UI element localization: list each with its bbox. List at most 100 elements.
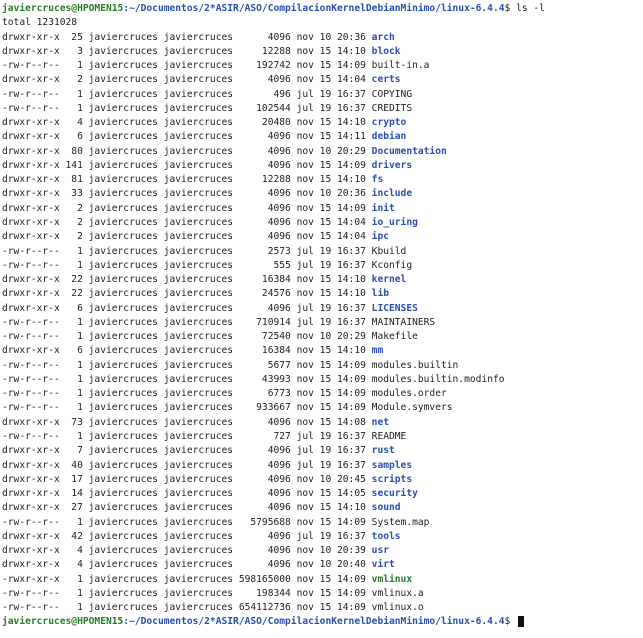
entry-name: init (371, 202, 395, 214)
entry-meta: -rw-r--r-- 1 javiercruces javiercruces 1… (2, 102, 372, 114)
entry-name: COPYING (371, 88, 413, 100)
current-prompt-line[interactable]: javiercruces@HPOMEN15:~/Documentos/2*ASI… (2, 615, 643, 629)
entry-meta: drwxr-xr-x 3 javiercruces javiercruces 1… (2, 45, 372, 57)
entry-meta: drwxr-xr-x 4 javiercruces javiercruces 4… (2, 559, 372, 571)
entry-name: vmlinux (371, 573, 413, 585)
entry-meta: drwxr-xr-x 33 javiercruces javiercruces … (2, 188, 372, 200)
entry-meta: -rw-r--r-- 1 javiercruces javiercruces 1… (2, 60, 372, 72)
entry-name: crypto (371, 117, 407, 129)
entry-name: block (371, 45, 401, 57)
listing-row: -rw-r--r-- 1 javiercruces javiercruces 9… (2, 401, 643, 415)
text-cursor (518, 615, 525, 627)
entry-meta: -rw-r--r-- 1 javiercruces javiercruces 6… (2, 388, 372, 400)
entry-meta: drwxr-xr-x 6 javiercruces javiercruces 4… (2, 131, 372, 143)
listing-row: drwxr-xr-x 80 javiercruces javiercruces … (2, 145, 643, 159)
entry-meta: drwxr-xr-x 141 javiercruces javiercruces… (2, 159, 372, 171)
listing-row: drwxr-xr-x 22 javiercruces javiercruces … (2, 273, 643, 287)
prompt-path: :~/Documentos/2*ASIR/ASO/CompilacionKern… (123, 616, 505, 628)
entry-meta: drwxr-xr-x 4 javiercruces javiercruces 2… (2, 117, 372, 129)
listing-row: -rw-r--r-- 1 javiercruces javiercruces 5… (2, 359, 643, 373)
entry-meta: drwxr-xr-x 7 javiercruces javiercruces 4… (2, 445, 372, 457)
listing-row: drwxr-xr-x 40 javiercruces javiercruces … (2, 459, 643, 473)
entry-name: virt (371, 559, 395, 571)
entry-name: Makefile (371, 331, 418, 343)
entry-meta: -rw-r--r-- 1 javiercruces javiercruces 5… (2, 259, 372, 271)
prompt-path: :~/Documentos/2*ASIR/ASO/CompilacionKern… (123, 3, 505, 14)
entry-meta: drwxr-xr-x 25 javiercruces javiercruces … (2, 31, 372, 43)
listing-row: -rw-r--r-- 1 javiercruces javiercruces 7… (2, 430, 643, 444)
entry-name: net (371, 416, 389, 428)
entry-name: tools (371, 530, 401, 542)
entry-name: certs (371, 74, 401, 86)
listing-row: -rw-r--r-- 1 javiercruces javiercruces 1… (2, 102, 643, 116)
entry-name: vmlinux.o (371, 602, 424, 614)
listing-row: drwxr-xr-x 2 javiercruces javiercruces 4… (2, 230, 643, 244)
entry-meta: -rw-r--r-- 1 javiercruces javiercruces 9… (2, 402, 372, 414)
entry-name: Kconfig (371, 259, 413, 271)
total-line: total 1231028 (2, 17, 78, 29)
listing-row: drwxr-xr-x 2 javiercruces javiercruces 4… (2, 202, 643, 216)
listing-row: drwxr-xr-x 25 javiercruces javiercruces … (2, 31, 643, 45)
listing-row: drwxr-xr-x 141 javiercruces javiercruces… (2, 159, 643, 173)
entry-name: modules.builtin (371, 359, 459, 371)
entry-meta: drwxr-xr-x 2 javiercruces javiercruces 4… (2, 74, 372, 86)
entry-meta: -rw-r--r-- 1 javiercruces javiercruces 1… (2, 587, 372, 599)
listing-row: drwxr-xr-x 6 javiercruces javiercruces 4… (2, 302, 643, 316)
entry-name: scripts (371, 473, 413, 485)
entry-name: vmlinux.a (371, 587, 424, 599)
listing-row: drwxr-xr-x 4 javiercruces javiercruces 4… (2, 544, 643, 558)
listing-row: drwxr-xr-x 73 javiercruces javiercruces … (2, 416, 643, 430)
listing-row: -rw-r--r-- 1 javiercruces javiercruces 4… (2, 88, 643, 102)
entry-meta: drwxr-xr-x 40 javiercruces javiercruces … (2, 459, 372, 471)
entry-name: drivers (371, 159, 413, 171)
entry-meta: drwxr-xr-x 2 javiercruces javiercruces 4… (2, 202, 372, 214)
entry-name: lib (371, 288, 389, 300)
entry-name: modules.builtin.modinfo (371, 373, 505, 385)
entry-name: io_uring (371, 216, 418, 228)
entry-meta: drwxr-xr-x 17 javiercruces javiercruces … (2, 473, 372, 485)
listing-row: drwxr-xr-x 6 javiercruces javiercruces 4… (2, 130, 643, 144)
entry-name: modules.order (371, 388, 447, 400)
entry-meta: drwxr-xr-x 27 javiercruces javiercruces … (2, 502, 372, 514)
entry-meta: -rw-r--r-- 1 javiercruces javiercruces 7… (2, 430, 372, 442)
listing-row: drwxr-xr-x 17 javiercruces javiercruces … (2, 473, 643, 487)
listing-row: -rw-r--r-- 1 javiercruces javiercruces 7… (2, 330, 643, 344)
entry-name: mm (371, 345, 384, 357)
entry-name: LICENSES (371, 302, 418, 314)
listing-row: -rw-r--r-- 1 javiercruces javiercruces 5… (2, 516, 643, 530)
entry-name: samples (371, 459, 413, 471)
listing-row: -rw-r--r-- 1 javiercruces javiercruces 6… (2, 387, 643, 401)
entry-meta: -rw-r--r-- 1 javiercruces javiercruces 4… (2, 88, 372, 100)
listing-row: drwxr-xr-x 42 javiercruces javiercruces … (2, 530, 643, 544)
entry-name: README (371, 430, 407, 442)
entry-meta: drwxr-xr-x 14 javiercruces javiercruces … (2, 488, 372, 500)
entry-meta: drwxr-xr-x 42 javiercruces javiercruces … (2, 530, 372, 542)
entry-meta: drwxr-xr-x 80 javiercruces javiercruces … (2, 145, 372, 157)
entry-name: debian (371, 131, 407, 143)
entry-name: kernel (371, 274, 407, 286)
entry-meta: drwxr-xr-x 6 javiercruces javiercruces 4… (2, 302, 372, 314)
entry-name: Documentation (371, 145, 447, 157)
listing-row: -rw-r--r-- 1 javiercruces javiercruces 5… (2, 259, 643, 273)
listing-row: drwxr-xr-x 4 javiercruces javiercruces 2… (2, 116, 643, 130)
entry-meta: drwxr-xr-x 22 javiercruces javiercruces … (2, 274, 372, 286)
entry-meta: drwxr-xr-x 2 javiercruces javiercruces 4… (2, 216, 372, 228)
entry-meta: -rw-r--r-- 1 javiercruces javiercruces 2… (2, 245, 372, 257)
listing-row: drwxr-xr-x 22 javiercruces javiercruces … (2, 287, 643, 301)
entry-meta: drwxr-xr-x 4 javiercruces javiercruces 4… (2, 545, 372, 557)
listing-row: drwxr-xr-x 2 javiercruces javiercruces 4… (2, 216, 643, 230)
entry-meta: -rw-r--r-- 1 javiercruces javiercruces 4… (2, 373, 372, 385)
entry-meta: -rwxr-xr-x 1 javiercruces javiercruces 5… (2, 573, 372, 585)
entry-name: built-in.a (371, 60, 430, 72)
command-line: javiercruces@HPOMEN15:~/Documentos/2*ASI… (2, 2, 643, 16)
prompt-user: javiercruces@HPOMEN15 (2, 616, 124, 628)
entry-meta: -rw-r--r-- 1 javiercruces javiercruces 7… (2, 331, 372, 343)
listing-row: -rw-r--r-- 1 javiercruces javiercruces 1… (2, 59, 643, 73)
entry-meta: drwxr-xr-x 81 javiercruces javiercruces … (2, 174, 372, 186)
entry-name: Kbuild (371, 245, 407, 257)
entry-name: Module.symvers (371, 402, 453, 414)
entry-name: arch (371, 31, 395, 43)
listing-row: drwxr-xr-x 6 javiercruces javiercruces 1… (2, 344, 643, 358)
terminal-window[interactable]: javiercruces@HPOMEN15:~/Documentos/2*ASI… (0, 0, 643, 638)
listing-row: -rw-r--r-- 1 javiercruces javiercruces 7… (2, 316, 643, 330)
